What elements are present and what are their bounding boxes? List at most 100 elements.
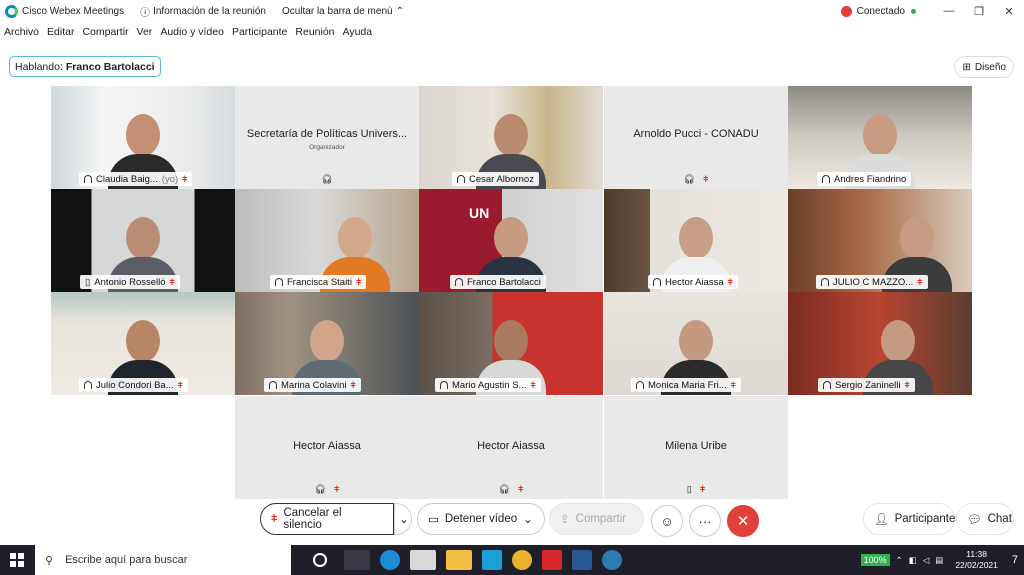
- close-window-button[interactable]: ✕: [994, 5, 1024, 18]
- taskbar-clock[interactable]: 11:38 22/02/2021: [955, 549, 998, 571]
- participant-name: Franco Bartolacci: [467, 276, 541, 288]
- participant-tile[interactable]: Monica Maria Fri... ǂ: [604, 292, 788, 395]
- mic-muted-icon: ǂ: [182, 174, 188, 184]
- minimize-button[interactable]: —: [934, 5, 964, 17]
- video-camera-icon: ▭: [428, 514, 439, 526]
- file-explorer-icon[interactable]: [446, 550, 472, 570]
- network-icon[interactable]: ◧: [909, 555, 917, 566]
- clock-date: 22/02/2021: [955, 560, 998, 570]
- headset-icon: [84, 175, 92, 183]
- unmute-button[interactable]: ǂ Cancelar el silencio: [260, 503, 394, 535]
- mic-muted-icon: ǂ: [703, 174, 709, 184]
- menu-ayuda[interactable]: Ayuda: [343, 26, 373, 42]
- meeting-info-label: Información de la reunión: [153, 5, 266, 17]
- more-options-button[interactable]: ···: [689, 505, 721, 537]
- participant-tile[interactable]: Julio Condori Ba... ǂ: [51, 292, 235, 395]
- participant-tile[interactable]: Sergio Zaninelli ǂ: [788, 292, 972, 395]
- headset-icon: 🎧︎: [498, 484, 511, 494]
- hide-menu-label: Ocultar la barra de menú: [281, 5, 393, 17]
- participants-button[interactable]: 👤︎ Participantes: [863, 503, 961, 535]
- participant-tile[interactable]: ▯ Antonio Rosselló ǂ: [51, 189, 235, 292]
- participant-tile[interactable]: Cesar Albornoz: [419, 86, 603, 189]
- participant-tile[interactable]: Marina Colavini ǂ: [235, 292, 419, 395]
- taskbar-search-box[interactable]: ⚲ Escribe aquí para buscar: [35, 545, 291, 575]
- notifications-badge[interactable]: 7: [1012, 554, 1018, 566]
- chat-button[interactable]: 💬︎ Chat: [956, 503, 1014, 535]
- cortana-icon[interactable]: [313, 553, 327, 567]
- connection-icon: [840, 5, 852, 17]
- participant-tile[interactable]: Andres Fiandrino: [788, 86, 972, 189]
- participant-nametag: Claudia Baig... (yo) ǂ: [79, 172, 193, 186]
- chevron-down-icon: ⌄: [523, 514, 533, 526]
- participant-name: Hector Aiassa: [477, 440, 545, 452]
- speaking-label: Hablando:: [15, 60, 63, 73]
- organizer-label: Organizador: [309, 144, 345, 151]
- phone-icon: ▯: [85, 276, 91, 288]
- volume-icon[interactable]: ◁: [923, 555, 930, 566]
- participant-tile[interactable]: Milena Uribe ▯ ǂ: [604, 396, 788, 499]
- participant-tile[interactable]: Secretaría de Políticas Univers... Organ…: [235, 86, 419, 189]
- app-l-icon[interactable]: [482, 550, 502, 570]
- stop-video-button[interactable]: ▭ Detener vídeo ⌄: [417, 503, 545, 535]
- headset-icon: [457, 175, 465, 183]
- participant-tile[interactable]: Mario Agustin S... ǂ: [419, 292, 603, 395]
- participant-tile[interactable]: Hector Aiassa 🎧︎ ǂ: [419, 396, 603, 499]
- participant-tile[interactable]: JULIO C MAZZO... ǂ: [788, 189, 972, 292]
- task-view-icon[interactable]: [344, 550, 370, 570]
- windows-start-icon[interactable]: [10, 553, 24, 567]
- headset-icon: 🎧︎: [321, 174, 333, 184]
- store-icon[interactable]: [410, 550, 436, 570]
- participant-nametag: ▯ Antonio Rosselló ǂ: [80, 275, 180, 289]
- menu-participante[interactable]: Participante: [232, 26, 287, 42]
- edge-icon[interactable]: [380, 550, 400, 570]
- participant-tile[interactable]: Arnoldo Pucci - CONADU 🎧︎ ǂ: [604, 86, 788, 189]
- mic-muted-icon: ǂ: [904, 380, 910, 390]
- participant-tile[interactable]: Hector Aiassa 🎧︎ ǂ: [235, 396, 419, 499]
- chevron-up-icon: ⌃: [395, 5, 404, 17]
- reactions-button[interactable]: ☺: [651, 505, 683, 537]
- layout-button[interactable]: ⊞ Diseño: [954, 56, 1014, 78]
- audio-options-button[interactable]: ⌄: [394, 503, 412, 535]
- participant-tile[interactable]: UN Franco Bartolacci: [419, 189, 603, 292]
- chat-bubble-icon: 💬︎: [967, 514, 982, 526]
- menu-compartir[interactable]: Compartir: [82, 26, 128, 42]
- person-icon: 👤︎: [874, 514, 889, 526]
- participant-nametag: Andres Fiandrino: [817, 172, 912, 186]
- menu-archivo[interactable]: Archivo: [4, 26, 39, 42]
- system-tray: 100% ⌃ ◧ ◁ ▤ 11:38 22/02/2021 7: [860, 545, 1024, 575]
- menu-reunion[interactable]: Reunión: [295, 26, 334, 42]
- chat-label: Chat: [987, 513, 1012, 525]
- layout-label: Diseño: [974, 61, 1006, 73]
- tray-up-icon[interactable]: ⌃: [896, 555, 903, 566]
- headset-icon: [455, 278, 463, 286]
- participant-tile[interactable]: Hector Aiassa ǂ: [604, 189, 788, 292]
- meeting-info-button[interactable]: ⓘ Información de la reunión: [140, 4, 266, 19]
- webex-taskbar-icon[interactable]: [602, 550, 622, 570]
- headset-icon: [440, 381, 448, 389]
- leave-meeting-button[interactable]: ✕: [727, 505, 759, 537]
- menu-audio-video[interactable]: Audio y vídeo: [160, 26, 224, 42]
- participant-name: Claudia Baig...: [96, 173, 158, 185]
- share-button[interactable]: ⇪ Compartir: [549, 503, 644, 535]
- participant-tile[interactable]: Claudia Baig... (yo) ǂ: [51, 86, 235, 189]
- participant-name: Antonio Rosselló: [94, 276, 166, 288]
- chrome-icon[interactable]: [512, 550, 532, 570]
- maximize-button[interactable]: ❐: [964, 5, 994, 18]
- speaking-name: Franco Bartolacci: [65, 60, 155, 73]
- headset-icon: [269, 381, 277, 389]
- battery-indicator[interactable]: 100%: [860, 554, 890, 566]
- participant-name: Marina Colavini: [281, 379, 347, 391]
- app-red-icon[interactable]: [542, 550, 562, 570]
- video-grid: Claudia Baig... (yo) ǂ Secretaría de Pol…: [51, 86, 972, 499]
- word-icon[interactable]: [572, 550, 592, 570]
- mic-muted-icon: ǂ: [530, 380, 536, 390]
- participant-name: Sergio Zaninelli: [835, 379, 901, 391]
- active-speaker-indicator: Hablando: Franco Bartolacci: [9, 56, 161, 77]
- participant-nametag: Cesar Albornoz: [452, 172, 539, 186]
- participant-nametag: Marina Colavini ǂ: [264, 378, 361, 392]
- menu-editar[interactable]: Editar: [47, 26, 74, 42]
- hide-menu-button[interactable]: Ocultar la barra de menú ⌃: [282, 6, 404, 17]
- menu-ver[interactable]: Ver: [137, 26, 153, 42]
- keyboard-icon[interactable]: ▤: [935, 555, 943, 566]
- participant-tile[interactable]: Francisca Staiti ǂ: [235, 189, 419, 292]
